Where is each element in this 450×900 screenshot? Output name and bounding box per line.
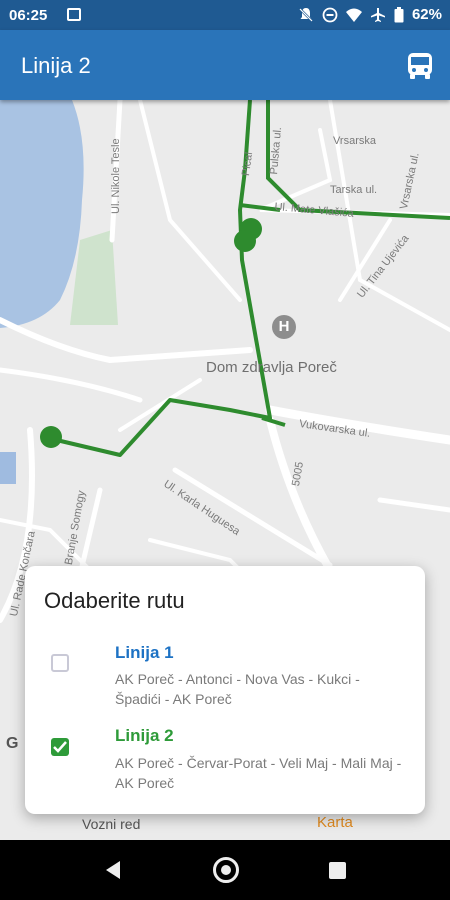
notifications-off-icon	[299, 7, 313, 22]
street-label: Vrsarska	[333, 135, 376, 147]
status-bar: 06:25 62%	[0, 0, 450, 30]
building-block	[0, 452, 16, 484]
battery-percent: 62%	[411, 6, 442, 23]
checkbox-checked[interactable]	[51, 738, 69, 756]
home-icon[interactable]	[213, 857, 239, 883]
google-logo: G	[6, 735, 19, 752]
status-time: 06:25	[9, 7, 48, 24]
navigation-bar	[0, 840, 450, 900]
wifi-icon	[345, 8, 362, 22]
back-icon[interactable]	[104, 860, 122, 880]
route-option-linija-2[interactable]: Linija 2 AK Poreč - Červar-Porat - Veli …	[25, 713, 425, 798]
recent-apps-icon[interactable]	[329, 862, 346, 879]
status-icons: 62%	[298, 6, 442, 23]
image-icon	[67, 8, 81, 21]
bus-stop-marker[interactable]	[234, 230, 256, 252]
hospital-icon[interactable]: H	[272, 315, 296, 339]
bus-icon[interactable]	[407, 52, 433, 80]
street-label: Tarska ul.	[330, 184, 378, 196]
battery-icon	[394, 6, 404, 22]
checkbox-unchecked[interactable]	[51, 654, 69, 672]
route-name: Linija 2	[115, 726, 174, 745]
street-label: Ul. Nikole Tesle	[110, 138, 122, 214]
do-not-disturb-icon	[322, 7, 338, 22]
airplane-icon	[370, 7, 385, 22]
tab-timetable[interactable]: Vozni red	[82, 816, 140, 832]
app-bar: Linija 2	[0, 30, 450, 100]
route-name: Linija 1	[115, 643, 174, 662]
bus-stop-marker[interactable]	[40, 426, 62, 448]
checkmark-icon	[53, 741, 67, 753]
poi-label: Dom zdravlja Poreč	[206, 359, 337, 376]
route-line-branch	[266, 100, 450, 220]
route-option-linija-1[interactable]: Linija 1 AK Poreč - Antonci - Nova Vas -…	[25, 636, 425, 716]
page-title: Linija 2	[21, 53, 91, 78]
route-selection-dialog: Odaberite rutu Linija 1 AK Poreč - Anton…	[25, 566, 425, 814]
route-description: AK Poreč - Antonci - Nova Vas - Kukci - …	[115, 671, 360, 707]
dialog-title: Odaberite rutu	[44, 588, 185, 613]
tab-map[interactable]: Karta	[317, 814, 353, 831]
sea-area	[0, 100, 84, 328]
route-description: AK Poreč - Červar-Porat - Veli Maj - Mal…	[115, 755, 402, 791]
